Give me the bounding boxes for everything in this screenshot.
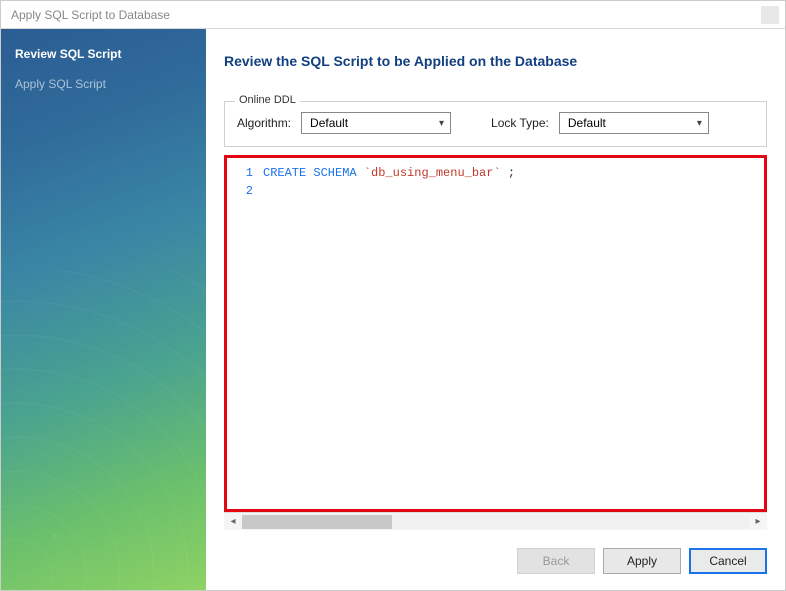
sql-identifier: `db_using_menu_bar` <box>364 166 501 180</box>
wizard-sidebar: Review SQL Script Apply SQL Script <box>1 29 206 590</box>
locktype-label: Lock Type: <box>491 116 549 130</box>
online-ddl-legend: Online DDL <box>235 94 300 106</box>
line-number: 2 <box>227 182 253 200</box>
code-area[interactable]: CREATE SCHEMA `db_using_menu_bar` ; <box>263 164 764 509</box>
chevron-down-icon: ▾ <box>697 118 702 129</box>
scroll-left-arrow-icon[interactable]: ◂ <box>224 516 242 527</box>
algorithm-select[interactable]: Default ▾ <box>301 112 451 134</box>
line-number: 1 <box>227 164 253 182</box>
titlebar: Apply SQL Script to Database <box>1 1 785 29</box>
locktype-value: Default <box>568 116 606 130</box>
scroll-right-arrow-icon[interactable]: ▸ <box>749 516 767 527</box>
wizard-step-review[interactable]: Review SQL Script <box>1 39 206 69</box>
chevron-down-icon: ▾ <box>439 118 444 129</box>
window-title: Apply SQL Script to Database <box>11 8 170 22</box>
scroll-thumb[interactable] <box>242 515 392 529</box>
sql-editor-highlight: 1 2 CREATE SCHEMA `db_using_menu_bar` ; <box>224 155 767 512</box>
algorithm-label: Algorithm: <box>237 116 291 130</box>
online-ddl-row: Algorithm: Default ▾ Lock Type: Default … <box>237 112 754 134</box>
line-gutter: 1 2 <box>227 164 263 509</box>
locktype-select[interactable]: Default ▾ <box>559 112 709 134</box>
page-heading: Review the SQL Script to be Applied on t… <box>224 53 767 69</box>
main-panel: Review the SQL Script to be Applied on t… <box>206 29 785 590</box>
scroll-track[interactable] <box>242 515 749 529</box>
algorithm-value: Default <box>310 116 348 130</box>
code-line[interactable] <box>263 182 764 200</box>
dialog-window: Apply SQL Script to Database Review SQL … <box>0 0 786 591</box>
apply-button[interactable]: Apply <box>603 548 681 574</box>
sql-punct: ; <box>501 166 515 180</box>
online-ddl-fieldset: Online DDL Algorithm: Default ▾ Lock Typ… <box>224 101 767 147</box>
cancel-button[interactable]: Cancel <box>689 548 767 574</box>
close-button[interactable] <box>761 6 779 24</box>
dialog-footer: Back Apply Cancel <box>224 530 767 580</box>
dialog-body: Review SQL Script Apply SQL Script Revie… <box>1 29 785 590</box>
horizontal-scrollbar[interactable]: ◂ ▸ <box>224 512 767 530</box>
back-button: Back <box>517 548 595 574</box>
sql-keyword: CREATE SCHEMA <box>263 166 357 180</box>
code-line[interactable]: CREATE SCHEMA `db_using_menu_bar` ; <box>263 164 764 182</box>
sql-editor[interactable]: 1 2 CREATE SCHEMA `db_using_menu_bar` ; <box>227 158 764 509</box>
wizard-step-apply[interactable]: Apply SQL Script <box>1 69 206 99</box>
